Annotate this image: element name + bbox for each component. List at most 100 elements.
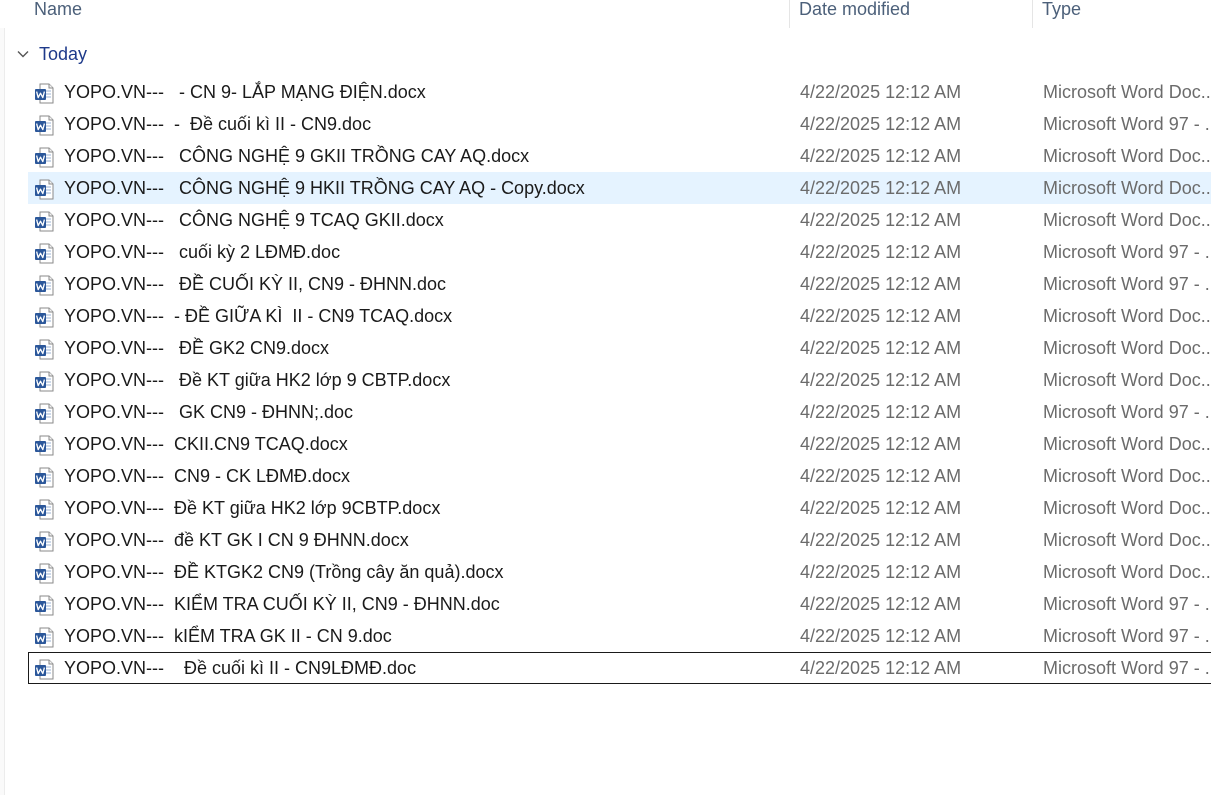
file-row[interactable]: YOPO.VN--- Đề cuối kì II - CN9LĐMĐ.doc 4…	[28, 652, 1211, 684]
file-row[interactable]: YOPO.VN--- CÔNG NGHỆ 9 TCAQ GKII.docx 4/…	[28, 204, 1211, 236]
file-explorer-view: Name Date modified Type Today YOPO.VN---	[0, 0, 1211, 795]
file-row[interactable]: YOPO.VN--- ĐỀ KTGK2 CN9 (Trồng cây ăn qu…	[28, 556, 1211, 588]
file-name: YOPO.VN--- ĐỀ GK2 CN9.docx	[64, 338, 330, 358]
word-document-icon	[34, 403, 55, 424]
file-type: Microsoft Word Doc...	[1043, 434, 1211, 454]
file-row[interactable]: YOPO.VN--- CKII.CN9 TCAQ.docx 4/22/2025 …	[28, 428, 1211, 460]
file-type: Microsoft Word 97 - ...	[1043, 658, 1211, 678]
file-date-modified: 4/22/2025 12:12 AM	[800, 242, 962, 262]
file-row[interactable]: YOPO.VN--- CN9 - CK LĐMĐ.docx 4/22/2025 …	[28, 460, 1211, 492]
file-date-modified: 4/22/2025 12:12 AM	[800, 114, 962, 134]
file-name: YOPO.VN--- CKII.CN9 TCAQ.docx	[64, 434, 348, 454]
word-document-icon	[34, 211, 55, 232]
word-document-icon	[34, 83, 55, 104]
word-document-icon	[34, 563, 55, 584]
file-name: YOPO.VN--- - CN 9- LẮP MẠNG ĐIỆN.docx	[64, 82, 426, 102]
word-document-icon	[34, 147, 55, 168]
file-name: YOPO.VN--- Đề cuối kì II - CN9LĐMĐ.doc	[64, 658, 417, 678]
word-document-icon	[34, 595, 55, 616]
file-name: YOPO.VN--- Đề KT giữa HK2 lớp 9 CBTP.doc…	[64, 370, 451, 390]
file-row[interactable]: YOPO.VN--- kIỂM TRA GK II - CN 9.doc 4/2…	[28, 620, 1211, 652]
file-row[interactable]: YOPO.VN--- Đề KT giữa HK2 lớp 9 CBTP.doc…	[28, 364, 1211, 396]
file-type: Microsoft Word Doc...	[1043, 370, 1211, 390]
file-name: YOPO.VN--- GK CN9 - ĐHNN;.doc	[64, 402, 354, 422]
file-row[interactable]: YOPO.VN--- GK CN9 - ĐHNN;.doc 4/22/2025 …	[28, 396, 1211, 428]
file-type: Microsoft Word Doc...	[1043, 82, 1211, 102]
word-document-icon	[34, 179, 55, 200]
file-type: Microsoft Word Doc...	[1043, 530, 1211, 550]
file-name: YOPO.VN--- - ĐỀ GIỮA KÌ II - CN9 TCAQ.do…	[64, 306, 453, 326]
column-divider[interactable]	[789, 0, 790, 28]
column-header-type[interactable]: Type	[1042, 0, 1081, 25]
file-row[interactable]: YOPO.VN--- - ĐỀ GIỮA KÌ II - CN9 TCAQ.do…	[28, 300, 1211, 332]
file-date-modified: 4/22/2025 12:12 AM	[800, 306, 962, 326]
column-divider[interactable]	[1032, 0, 1033, 28]
word-document-icon	[34, 307, 55, 328]
word-document-icon	[34, 627, 55, 648]
file-type: Microsoft Word 97 - ...	[1043, 114, 1211, 134]
file-type: Microsoft Word Doc...	[1043, 178, 1211, 198]
word-document-icon	[34, 275, 55, 296]
word-document-icon	[34, 339, 55, 360]
file-date-modified: 4/22/2025 12:12 AM	[800, 626, 962, 646]
file-type: Microsoft Word Doc...	[1043, 562, 1211, 582]
file-date-modified: 4/22/2025 12:12 AM	[800, 402, 962, 422]
word-document-icon	[34, 467, 55, 488]
file-row[interactable]: YOPO.VN--- CÔNG NGHỆ 9 HKII TRỒNG CAY AQ…	[28, 172, 1211, 204]
file-list: YOPO.VN--- - CN 9- LẮP MẠNG ĐIỆN.docx 4/…	[28, 76, 1211, 684]
file-type: Microsoft Word Doc...	[1043, 466, 1211, 486]
column-header-name[interactable]: Name	[34, 0, 82, 25]
file-type: Microsoft Word Doc...	[1043, 306, 1211, 326]
file-type: Microsoft Word 97 - ...	[1043, 274, 1211, 294]
column-header-bar: Name Date modified Type	[0, 0, 1211, 28]
file-date-modified: 4/22/2025 12:12 AM	[800, 658, 962, 678]
word-document-icon	[34, 531, 55, 552]
file-type: Microsoft Word 97 - ...	[1043, 242, 1211, 262]
file-date-modified: 4/22/2025 12:12 AM	[800, 530, 962, 550]
file-name: YOPO.VN--- CÔNG NGHỆ 9 TCAQ GKII.docx	[64, 210, 444, 230]
file-date-modified: 4/22/2025 12:12 AM	[800, 178, 962, 198]
file-date-modified: 4/22/2025 12:12 AM	[800, 434, 962, 454]
file-date-modified: 4/22/2025 12:12 AM	[800, 338, 962, 358]
file-date-modified: 4/22/2025 12:12 AM	[800, 274, 962, 294]
file-name: YOPO.VN--- KIỂM TRA CUỐI KỲ II, CN9 - ĐH…	[64, 594, 500, 614]
group-header-today[interactable]: Today	[14, 41, 87, 67]
navigation-pane-edge[interactable]	[0, 0, 5, 795]
file-name: YOPO.VN--- cuối kỳ 2 LĐMĐ.doc	[64, 242, 341, 262]
word-document-icon	[34, 499, 55, 520]
file-date-modified: 4/22/2025 12:12 AM	[800, 146, 962, 166]
file-date-modified: 4/22/2025 12:12 AM	[800, 210, 962, 230]
file-name: YOPO.VN--- đề KT GK I CN 9 ĐHNN.docx	[64, 530, 409, 550]
file-name: YOPO.VN--- Đề KT giữa HK2 lớp 9CBTP.docx	[64, 498, 441, 518]
file-type: Microsoft Word 97 - ...	[1043, 594, 1211, 614]
chevron-down-icon[interactable]	[14, 45, 32, 63]
file-row[interactable]: YOPO.VN--- ĐỀ GK2 CN9.docx 4/22/2025 12:…	[28, 332, 1211, 364]
file-name: YOPO.VN--- CÔNG NGHỆ 9 GKII TRỒNG CAY AQ…	[64, 146, 530, 166]
group-label: Today	[39, 43, 88, 64]
file-date-modified: 4/22/2025 12:12 AM	[800, 466, 962, 486]
file-date-modified: 4/22/2025 12:12 AM	[800, 562, 962, 582]
file-row[interactable]: YOPO.VN--- CÔNG NGHỆ 9 GKII TRỒNG CAY AQ…	[28, 140, 1211, 172]
file-name: YOPO.VN--- kIỂM TRA GK II - CN 9.doc	[64, 626, 392, 646]
file-row[interactable]: YOPO.VN--- cuối kỳ 2 LĐMĐ.doc 4/22/2025 …	[28, 236, 1211, 268]
file-date-modified: 4/22/2025 12:12 AM	[800, 594, 962, 614]
file-row[interactable]: YOPO.VN--- - Đề cuối kì II - CN9.doc 4/2…	[28, 108, 1211, 140]
file-row[interactable]: YOPO.VN--- Đề KT giữa HK2 lớp 9CBTP.docx…	[28, 492, 1211, 524]
file-name: YOPO.VN--- ĐỀ CUỐI KỲ II, CN9 - ĐHNN.doc	[64, 274, 447, 294]
file-name: YOPO.VN--- ĐỀ KTGK2 CN9 (Trồng cây ăn qu…	[64, 562, 504, 582]
file-type: Microsoft Word Doc...	[1043, 338, 1211, 358]
file-date-modified: 4/22/2025 12:12 AM	[800, 82, 962, 102]
file-type: Microsoft Word 97 - ...	[1043, 402, 1211, 422]
word-document-icon	[34, 115, 55, 136]
file-type: Microsoft Word 97 - ...	[1043, 626, 1211, 646]
file-name: YOPO.VN--- CN9 - CK LĐMĐ.docx	[64, 466, 351, 486]
word-document-icon	[34, 659, 55, 680]
file-row[interactable]: YOPO.VN--- KIỂM TRA CUỐI KỲ II, CN9 - ĐH…	[28, 588, 1211, 620]
file-type: Microsoft Word Doc...	[1043, 210, 1211, 230]
file-type: Microsoft Word Doc...	[1043, 146, 1211, 166]
file-name: YOPO.VN--- - Đề cuối kì II - CN9.doc	[64, 114, 372, 134]
file-row[interactable]: YOPO.VN--- đề KT GK I CN 9 ĐHNN.docx 4/2…	[28, 524, 1211, 556]
column-header-date-modified[interactable]: Date modified	[799, 0, 910, 25]
file-row[interactable]: YOPO.VN--- ĐỀ CUỐI KỲ II, CN9 - ĐHNN.doc…	[28, 268, 1211, 300]
file-row[interactable]: YOPO.VN--- - CN 9- LẮP MẠNG ĐIỆN.docx 4/…	[28, 76, 1211, 108]
